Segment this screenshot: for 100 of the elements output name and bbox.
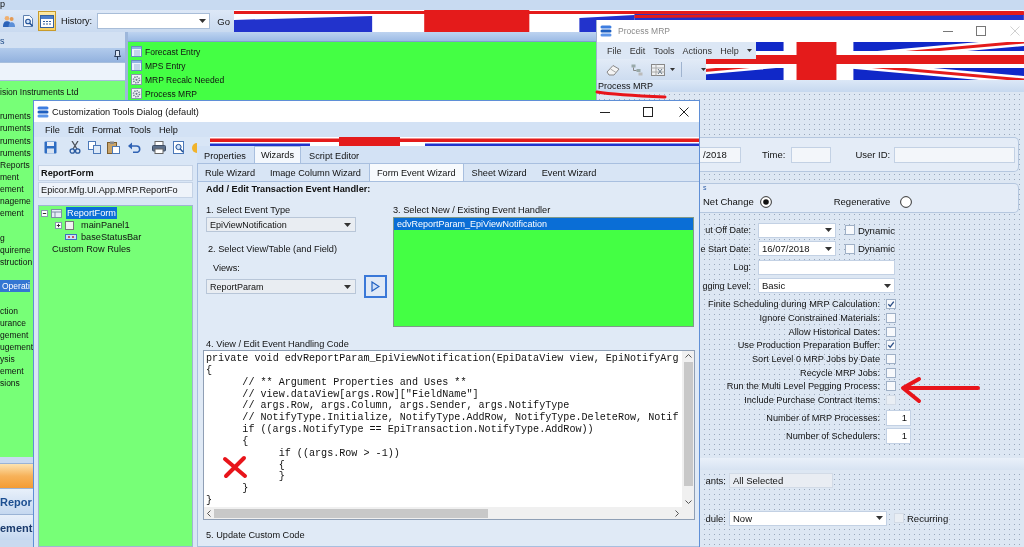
- scroll-down-icon[interactable]: [684, 500, 692, 504]
- checkbox[interactable]: [845, 243, 855, 254]
- menu-tree-item[interactable]: g: [0, 231, 5, 244]
- nav-button[interactable]: Repor: [0, 488, 34, 514]
- menu-item[interactable]: MPS Entry: [128, 58, 186, 73]
- maximize-icon[interactable]: [643, 106, 653, 117]
- menu-item[interactable]: Tools: [653, 45, 675, 56]
- text-field[interactable]: [758, 259, 895, 275]
- menu-tree-item[interactable]: ement: [0, 207, 24, 220]
- scissors-icon[interactable]: [69, 141, 81, 154]
- eraser-icon[interactable]: [606, 63, 620, 76]
- close-icon[interactable]: [679, 106, 689, 117]
- menu-item[interactable]: File: [607, 45, 622, 56]
- scroll-thumb[interactable]: [683, 362, 693, 486]
- code-editor[interactable]: [203, 350, 695, 520]
- preview-icon[interactable]: [173, 141, 185, 154]
- tab[interactable]: Rule Wizard: [198, 165, 263, 181]
- menu-item[interactable]: Edit: [629, 45, 646, 56]
- menu-item[interactable]: File: [45, 124, 60, 135]
- menu-item[interactable]: Format: [92, 124, 122, 135]
- tree-item[interactable]: baseStatusBar: [80, 231, 143, 243]
- go-button[interactable]: Go: [215, 13, 233, 29]
- menu-item[interactable]: Tools: [129, 124, 151, 135]
- date-combo[interactable]: 16/07/2018: [758, 241, 836, 257]
- arrow-button[interactable]: [364, 275, 387, 298]
- tab[interactable]: Wizards: [253, 146, 302, 163]
- pin-icon[interactable]: [114, 50, 121, 60]
- event-type-combo[interactable]: EpiViewNotification: [206, 217, 356, 232]
- menu-tree-item[interactable]: ruments: [0, 146, 31, 159]
- checkbox[interactable]: [886, 354, 896, 365]
- menu-tree-item[interactable]: quireme: [0, 243, 31, 256]
- field-label: ut Off Date:: [704, 225, 751, 236]
- tab[interactable]: Image Column Wizard: [263, 165, 368, 181]
- menu-tree-item[interactable]: ruments: [0, 110, 31, 123]
- menu-tree-item[interactable]: Reports: [0, 158, 30, 171]
- scroll-right-icon[interactable]: [675, 509, 679, 517]
- scroll-up-icon[interactable]: [684, 354, 692, 358]
- menu-tree-item[interactable]: ugement: [0, 340, 34, 353]
- menu-tree-item[interactable]: ision Instruments Ltd: [0, 86, 79, 98]
- checkbox[interactable]: [886, 313, 896, 324]
- menu-item[interactable]: Process MRP: [128, 86, 197, 101]
- printer-icon[interactable]: [152, 141, 166, 154]
- checkbox[interactable]: [886, 299, 896, 310]
- tree-item[interactable]: mainPanel1: [80, 219, 131, 231]
- horizontal-scrollbar[interactable]: [204, 507, 694, 519]
- dropdown[interactable]: Basic: [758, 278, 895, 294]
- date-field[interactable]: /2018: [700, 146, 741, 163]
- menu-item[interactable]: Actions: [682, 45, 713, 56]
- expand-icon[interactable]: [55, 221, 62, 229]
- toolbar-button[interactable]: [38, 11, 56, 31]
- menu-item[interactable]: Help: [158, 124, 178, 135]
- tab[interactable]: Script Editor: [303, 148, 366, 163]
- checkbox[interactable]: [886, 340, 896, 351]
- menu-item[interactable]: Forecast Entry: [128, 44, 201, 59]
- menu-tree-item[interactable]: nageme: [0, 195, 31, 208]
- menu-tree-item[interactable]: ruments: [0, 134, 31, 147]
- tree-item[interactable]: ReportForm: [66, 207, 117, 219]
- tab[interactable]: Properties: [198, 148, 252, 163]
- checkbox[interactable]: [886, 367, 896, 378]
- menu-tree-item[interactable]: ment: [0, 171, 19, 183]
- tab[interactable]: Form Event Wizard: [368, 163, 464, 181]
- hierarchy-icon[interactable]: [631, 63, 643, 76]
- view-combo[interactable]: ReportParam: [206, 279, 356, 294]
- menu-tree-item[interactable]: ement: [0, 365, 24, 378]
- time-field[interactable]: [791, 146, 832, 163]
- scroll-thumb[interactable]: [214, 508, 488, 518]
- tab[interactable]: Event Wizard: [534, 165, 604, 181]
- menu-item[interactable]: MRP Recalc Needed: [128, 72, 225, 87]
- menu-tree-item[interactable]: ement: [0, 183, 24, 196]
- menu-tree-item[interactable]: ysis: [0, 353, 15, 366]
- menu-item[interactable]: Edit: [68, 124, 84, 135]
- save-icon[interactable]: [44, 141, 57, 154]
- menu-tree-item[interactable]: gement: [0, 328, 29, 341]
- tab[interactable]: Sheet Wizard: [464, 165, 534, 181]
- user-id-field[interactable]: [894, 146, 1015, 163]
- radio-button[interactable]: [900, 195, 913, 208]
- menu-tree-item[interactable]: ruments: [0, 122, 31, 135]
- checkbox[interactable]: [886, 326, 896, 337]
- menu-tree-item[interactable]: urance: [0, 316, 26, 329]
- collapse-icon[interactable]: [41, 209, 48, 217]
- radio-button[interactable]: [759, 195, 772, 208]
- vertical-scrollbar[interactable]: [682, 351, 694, 507]
- menu-tree-item[interactable]: ction: [0, 304, 18, 317]
- menu-tree-item[interactable]: Operati: [0, 280, 30, 293]
- undo-icon[interactable]: [128, 142, 141, 153]
- plants-field[interactable]: All Selected: [729, 472, 833, 488]
- list-item[interactable]: edvReportParam_EpiViewNotification: [394, 218, 693, 230]
- menu-tree-item[interactable]: sions: [0, 377, 20, 390]
- menu-tree-item[interactable]: struction: [0, 255, 33, 268]
- number-field[interactable]: 1: [886, 428, 911, 444]
- number-field[interactable]: 1: [886, 410, 911, 426]
- copy-icon[interactable]: [88, 141, 101, 154]
- tree-item[interactable]: Custom Row Rules: [51, 243, 132, 255]
- spreadsheet-icon[interactable]: [651, 63, 665, 76]
- scroll-left-icon[interactable]: [207, 509, 211, 517]
- checkbox[interactable]: [845, 225, 855, 236]
- paste-icon[interactable]: [107, 141, 120, 154]
- checkbox[interactable]: [886, 381, 896, 392]
- menu-item[interactable]: Help: [720, 45, 739, 56]
- schedule-combo[interactable]: Now: [729, 510, 887, 526]
